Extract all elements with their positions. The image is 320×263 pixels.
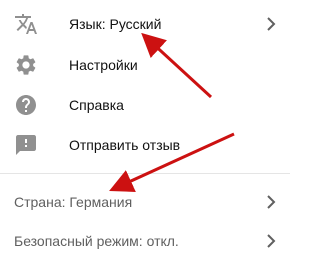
menu-item-settings[interactable]: Настройки xyxy=(0,45,290,85)
menu-item-label: Настройки xyxy=(69,57,138,73)
menu-item-language[interactable]: Язык: Русский xyxy=(0,4,290,44)
chevron-right-icon xyxy=(267,195,276,209)
menu-item-feedback[interactable]: Отправить отзыв xyxy=(0,125,290,165)
chevron-right-icon xyxy=(267,17,276,31)
chevron-right-icon xyxy=(267,234,276,248)
feedback-icon xyxy=(16,135,36,155)
menu-item-help[interactable]: Справка xyxy=(0,85,290,125)
menu-item-label: Страна: Германия xyxy=(14,194,133,210)
menu-item-label: Отправить отзыв xyxy=(69,137,181,153)
divider xyxy=(0,173,290,174)
menu-item-country[interactable]: Страна: Германия xyxy=(0,182,290,222)
menu-item-restricted-mode[interactable]: Безопасный режим: откл. xyxy=(0,221,290,261)
menu-item-label: Справка xyxy=(69,97,124,113)
help-icon xyxy=(16,95,36,115)
menu-item-label: Безопасный режим: откл. xyxy=(14,233,179,249)
menu-item-label: Язык: Русский xyxy=(69,16,162,32)
gear-icon xyxy=(16,55,36,75)
translate-icon xyxy=(15,14,37,34)
